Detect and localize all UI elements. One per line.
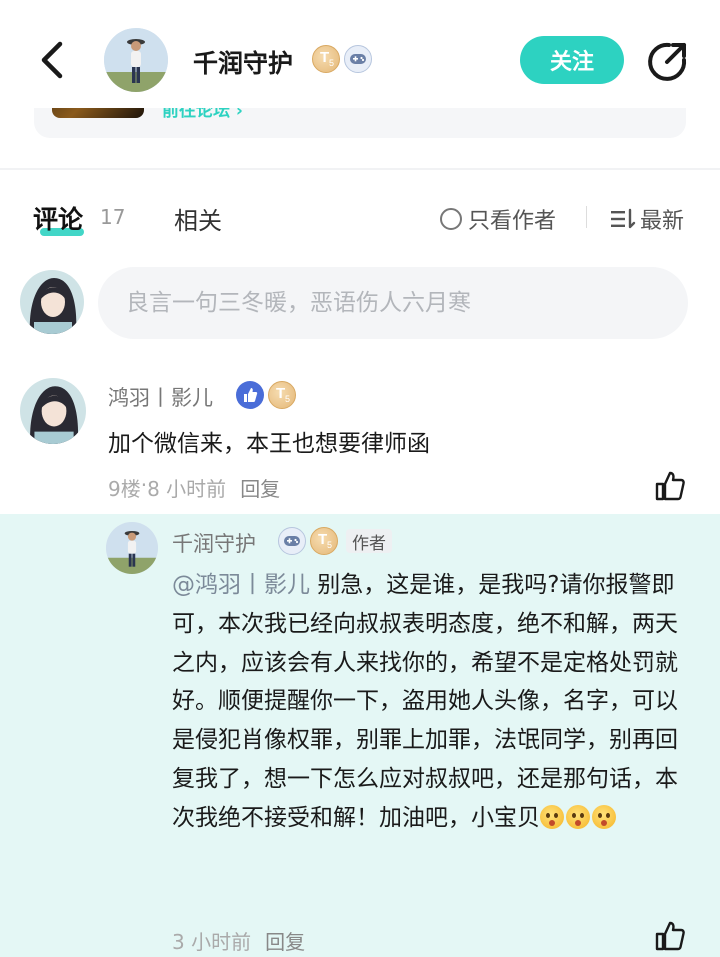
section-divider	[0, 168, 720, 170]
sort-list-icon	[611, 208, 636, 229]
sort-label: 最新	[640, 209, 685, 234]
comment-text: 加个微信来，本王也想要律师函	[108, 431, 430, 457]
reply-button[interactable]: 回复	[240, 473, 280, 502]
reply-mention[interactable]: @鸿羽丨影儿	[172, 572, 310, 598]
comment-input[interactable]	[98, 267, 688, 339]
like-icon[interactable]	[654, 920, 686, 952]
comment-meta: 9楼 · 8 小时前 回复	[108, 473, 280, 502]
coin-level-badge-icon: T5	[312, 45, 340, 73]
gamepad-badge-icon	[278, 527, 306, 555]
tab-related[interactable]: 相关	[174, 201, 222, 236]
follow-button[interactable]: 关注	[520, 36, 624, 84]
top-bar: 千润守护 T5 关注	[0, 0, 720, 108]
reply-author-name[interactable]: 千润守护	[172, 528, 256, 558]
tab-comments[interactable]: 评论	[33, 200, 83, 236]
comment-time: 8 小时前	[147, 477, 227, 501]
gamepad-badge-icon	[344, 45, 372, 73]
reply-text: @鸿羽丨影儿 别急，这是谁，是我吗?请你报警即可，本次我已经向叔叔表明态度，绝不…	[172, 566, 682, 838]
reply-meta: 3 小时前 回复	[172, 926, 305, 955]
share-icon[interactable]	[645, 40, 689, 84]
comments-count: 17	[100, 205, 126, 229]
reply-body: 别急，这是谁，是我吗?请你报警即可，本次我已经向叔叔表明态度，绝不和解，两天之内…	[172, 572, 678, 831]
coin-level-badge-icon: T5	[268, 381, 296, 409]
astonished-face-emoji	[592, 804, 616, 829]
sort-button[interactable]: 最新	[610, 203, 684, 235]
author-tag: 作者	[346, 529, 392, 554]
author-avatar[interactable]	[104, 28, 168, 92]
reply-author-avatar[interactable]	[106, 522, 158, 574]
thumbs-up-level-badge-icon	[236, 381, 264, 409]
commenter-badges: T5	[236, 381, 296, 409]
astonished-face-emoji	[540, 804, 564, 829]
only-author-label: 只看作者	[468, 209, 557, 234]
radio-circle-icon	[440, 208, 462, 230]
author-badges: T5	[312, 45, 372, 73]
tab-separator	[586, 206, 587, 228]
reply-button[interactable]: 回复	[265, 926, 305, 955]
reply-author-badges: T5 作者	[278, 527, 392, 555]
comment-floor: 9楼	[108, 477, 141, 501]
reply-time: 3 小时前	[172, 930, 252, 954]
commenter-name[interactable]: 鸿羽丨影儿	[108, 382, 213, 412]
like-icon[interactable]	[654, 470, 686, 502]
my-avatar[interactable]	[20, 270, 84, 334]
astonished-face-emoji	[566, 804, 590, 829]
coin-level-badge-icon: T5	[310, 527, 338, 555]
back-icon[interactable]	[34, 40, 70, 80]
only-author-toggle[interactable]: 只看作者	[440, 203, 556, 235]
author-name[interactable]: 千润守护	[193, 44, 293, 80]
commenter-avatar[interactable]	[20, 378, 86, 444]
